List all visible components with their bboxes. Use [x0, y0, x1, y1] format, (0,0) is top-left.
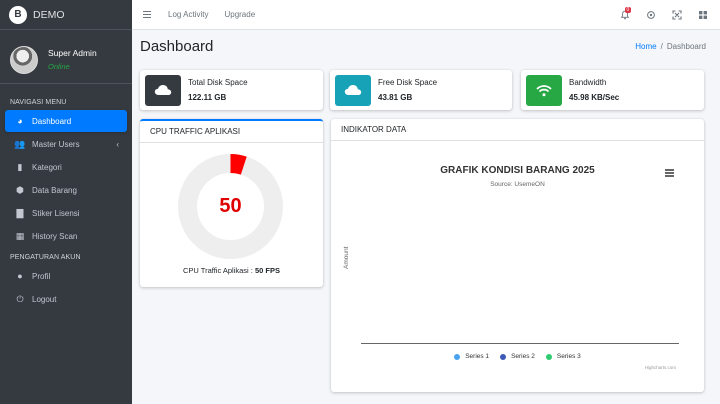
- chart-credits[interactable]: Highcharts.com: [645, 365, 676, 370]
- legend-dot: [545, 353, 552, 360]
- info-box-free-disk: Free Disk Space 43.81 GB: [330, 70, 512, 110]
- user-panel[interactable]: Super Admin Online: [0, 36, 132, 84]
- info-box-total-disk: Total Disk Space 122.11 GB: [140, 70, 323, 110]
- nav-link-upgrade[interactable]: Upgrade: [224, 10, 255, 19]
- sidebar-item-label: History Scan: [32, 231, 78, 241]
- fullscreen-icon[interactable]: [664, 10, 690, 20]
- top-icons: 0: [612, 0, 720, 30]
- sidebar-item-label: Dashboard: [32, 116, 72, 126]
- info-box-bandwidth: Bandwidth 45.98 KB/Sec: [521, 70, 704, 110]
- sidebar-item-master-users[interactable]: 👥 Master Users ‹: [5, 133, 127, 155]
- cpu-caption: CPU Traffic Aplikasi : 50 FPS: [140, 266, 323, 275]
- legend-label: Series 1: [465, 353, 490, 360]
- sidebar-item-label: Profil: [32, 271, 51, 281]
- nav-account: ● Profil ⏻ Logout: [0, 265, 132, 310]
- brand-logo-letter: B: [14, 9, 22, 20]
- brand-link[interactable]: B DEMO: [0, 0, 132, 30]
- chart-title: GRAFIK KONDISI BARANG 2025: [440, 165, 595, 176]
- cpu-traffic-card: CPU TRAFFIC APLIKASI 50 CPU Traffic Apli…: [140, 119, 323, 287]
- info-icon-bg: [526, 74, 562, 106]
- wifi-icon: [536, 84, 552, 96]
- breadcrumb-current: Dashboard: [666, 42, 706, 51]
- sidebar-item-label: Stiker Lisensi: [32, 208, 80, 218]
- cpu-gauge: 50: [178, 154, 283, 259]
- avatar: [10, 45, 38, 74]
- card-header: CPU TRAFFIC APLIKASI: [140, 121, 323, 143]
- cube-icon: ⬢: [16, 184, 24, 195]
- chart-legend: Series 1 Series 2 Series 3: [331, 353, 704, 360]
- notification-badge: 0: [625, 7, 631, 13]
- legend-dot: [500, 353, 507, 360]
- nav-header-main: NAVIGASI MENU: [10, 99, 67, 106]
- info-icon-bg: [145, 74, 181, 106]
- info-icon-bg: [335, 74, 371, 106]
- sidebar-item-label: Master Users: [32, 139, 80, 149]
- bookmark-icon: ▮: [17, 161, 23, 172]
- nav-link-log-activity[interactable]: Log Activity: [168, 10, 208, 19]
- sidebar-item-label: Kategori: [32, 162, 62, 172]
- info-value: 122.11 GB: [188, 93, 227, 102]
- top-navbar: Log Activity Upgrade 0: [132, 0, 720, 30]
- nav-header-account: PENGATURAN AKUN: [10, 254, 81, 261]
- sidebar-item-dashboard[interactable]: ◕ Dashboard: [5, 110, 127, 132]
- sidebar-item-kategori[interactable]: ▮ Kategori: [5, 156, 127, 178]
- user-circle-icon: ●: [17, 271, 23, 281]
- palette-icon: ◕: [17, 116, 23, 126]
- page-title: Dashboard: [140, 38, 214, 55]
- menu-toggle-icon[interactable]: [143, 10, 151, 19]
- brand-name: DEMO: [33, 8, 65, 21]
- cpu-caption-value: 50 FPS: [254, 266, 280, 275]
- chart-subtitle: Source: UsemeON: [490, 181, 545, 188]
- user-name: Super Admin: [48, 48, 97, 58]
- chevron-left-icon: ‹: [116, 139, 119, 149]
- sidebar-item-profil[interactable]: ● Profil: [5, 265, 127, 287]
- sidebar: B DEMO Super Admin Online NAVIGASI MENU …: [0, 0, 132, 404]
- sidebar-item-data-barang[interactable]: ⬢ Data Barang: [5, 179, 127, 201]
- legend-item-series-1[interactable]: Series 1: [454, 353, 489, 360]
- cloud-icon: [344, 85, 362, 95]
- chart-y-label: Amount: [343, 246, 350, 269]
- info-label: Bandwidth: [569, 78, 607, 87]
- breadcrumb: Home / Dashboard: [635, 42, 706, 51]
- card-header: INDIKATOR DATA: [331, 119, 704, 141]
- legend-label: Series 2: [511, 353, 535, 360]
- legend-label: Series 3: [556, 353, 581, 360]
- legend-item-series-2[interactable]: Series 2: [500, 353, 535, 360]
- brand-logo: B: [9, 5, 27, 24]
- legend-dot: [454, 353, 461, 360]
- legend-item-series-3[interactable]: Series 3: [545, 353, 581, 360]
- sidebar-item-stiker-lisensi[interactable]: ▇ Stiker Lisensi: [5, 202, 127, 224]
- info-label: Total Disk Space: [188, 78, 248, 87]
- breadcrumb-home[interactable]: Home: [635, 42, 656, 51]
- sidebar-item-label: Data Barang: [32, 185, 77, 195]
- content-wrapper: Dashboard Home / Dashboard Total Disk Spac…: [132, 30, 720, 404]
- power-icon: ⏻: [16, 293, 24, 304]
- sidebar-item-history-scan[interactable]: ▦ History Scan: [5, 225, 127, 247]
- cpu-caption-label: CPU Traffic Aplikasi :: [183, 266, 253, 275]
- breadcrumb-separator: /: [660, 42, 663, 51]
- sidebar-item-logout[interactable]: ⏻ Logout: [5, 288, 127, 310]
- user-status: Online: [48, 62, 70, 71]
- sticky-note-icon: ▇: [16, 207, 24, 218]
- notification-bell-icon[interactable]: 0: [612, 7, 638, 20]
- info-label: Free Disk Space: [378, 78, 438, 87]
- users-icon: 👥: [14, 138, 26, 149]
- gauge-value: 50: [219, 195, 242, 217]
- info-value: 45.98 KB/Sec: [569, 93, 620, 102]
- cloud-icon: [154, 85, 172, 95]
- chart-menu-icon[interactable]: [665, 169, 674, 177]
- chart-x-axis: [361, 343, 679, 344]
- apps-grid-icon[interactable]: [690, 10, 716, 20]
- qrcode-icon: ▦: [15, 230, 25, 241]
- settings-icon[interactable]: [638, 10, 664, 20]
- sidebar-item-label: Logout: [32, 294, 57, 304]
- indikator-data-card: INDIKATOR DATA GRAFIK KONDISI BARANG 202…: [331, 119, 704, 392]
- nav-main: ◕ Dashboard 👥 Master Users ‹ ▮ Kategori ⬢ Data B…: [0, 110, 132, 247]
- info-value: 43.81 GB: [378, 93, 413, 102]
